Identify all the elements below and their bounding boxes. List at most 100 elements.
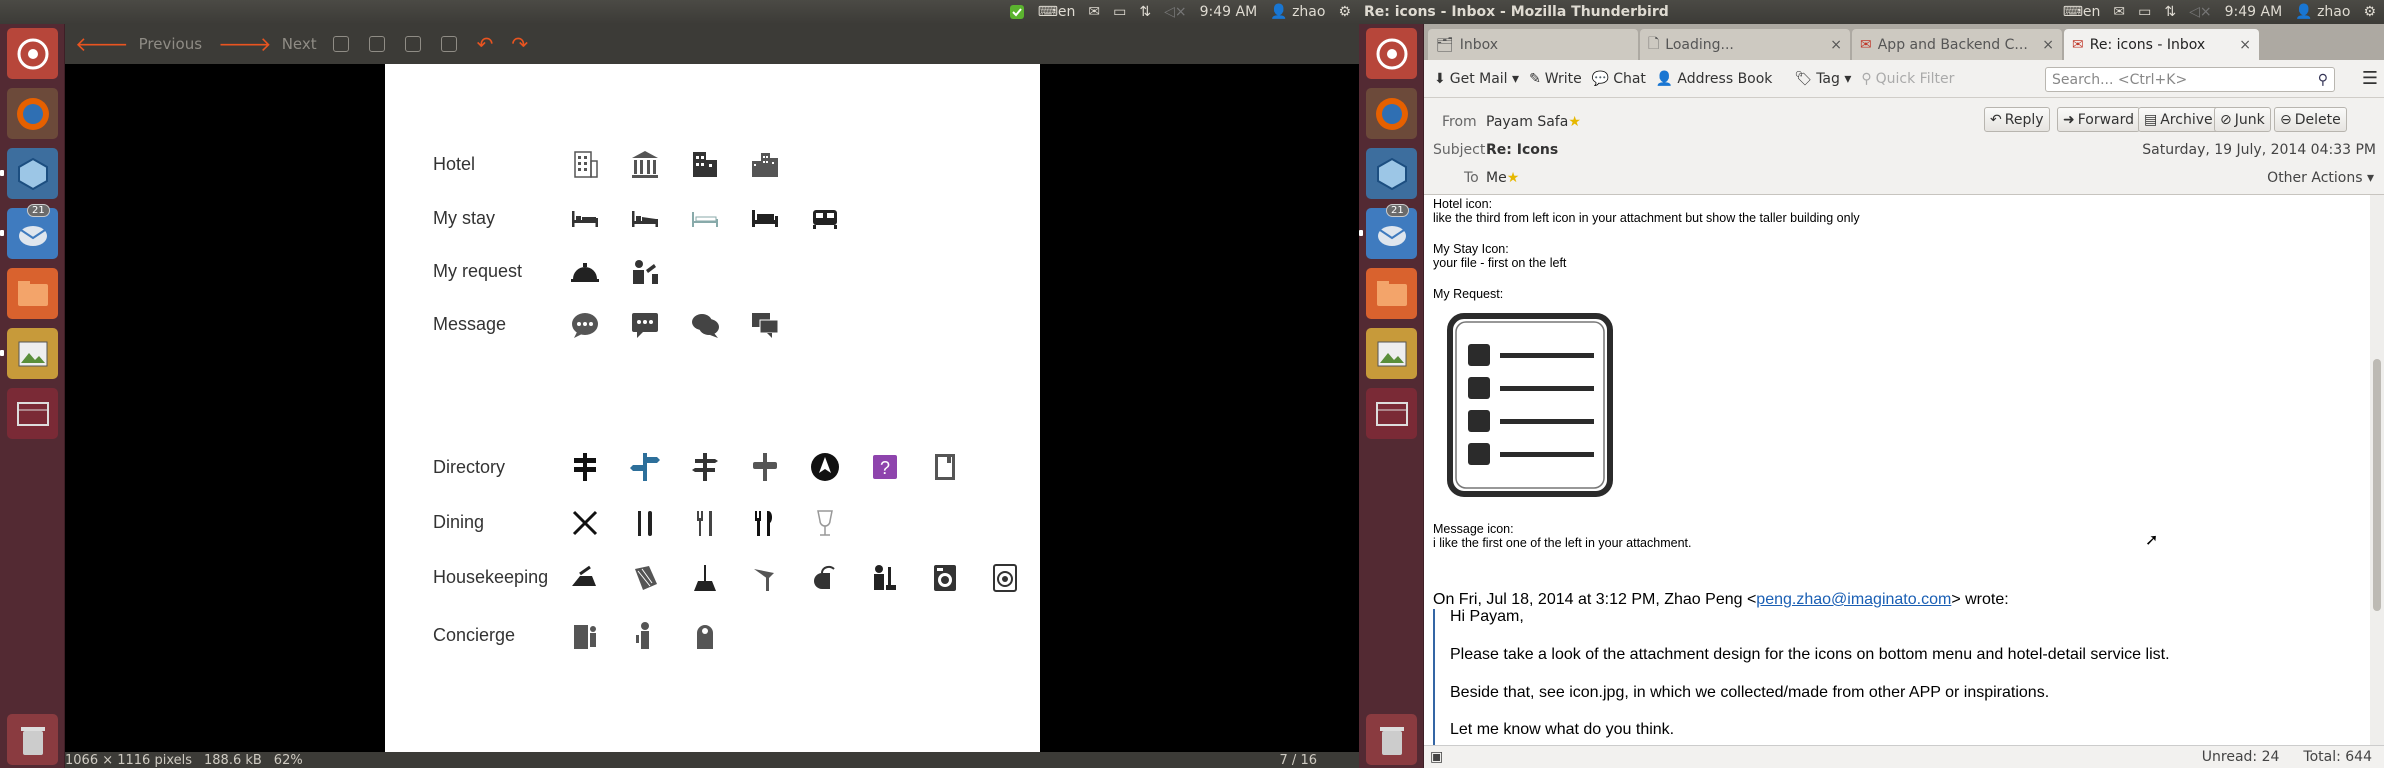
- dash-home-icon[interactable]: [7, 28, 58, 79]
- tab-loading[interactable]: 🗋 Loading... ×: [1640, 29, 1850, 60]
- dash-home-icon[interactable]: [1366, 28, 1417, 79]
- delete-label: Delete: [2294, 111, 2341, 128]
- image-viewer-icon[interactable]: [1366, 328, 1417, 379]
- rotate-right-icon[interactable]: ↷: [511, 32, 528, 56]
- user-menu[interactable]: 👤 zhao: [1270, 4, 1325, 20]
- image-dimensions: 1066 × 1116 pixels: [65, 752, 192, 768]
- signpost-icon-3: [688, 450, 722, 484]
- files-icon[interactable]: [1366, 268, 1417, 319]
- star-icon[interactable]: ★: [1507, 170, 1520, 186]
- junk-button[interactable]: ⊘ Junk: [2214, 107, 2271, 132]
- firefox-icon[interactable]: [7, 88, 58, 139]
- virtualbox-icon[interactable]: [1366, 148, 1417, 199]
- chat-button[interactable]: 💬 Chat: [1592, 71, 1646, 87]
- search-icon[interactable]: ⚲: [2318, 72, 2328, 88]
- archive-button[interactable]: ▤ Archive: [2138, 107, 2219, 132]
- clock[interactable]: 9:49 AM: [1200, 4, 1258, 20]
- star-icon[interactable]: ★: [1568, 114, 1581, 130]
- previous-button[interactable]: 🡐 Previous: [75, 32, 202, 56]
- mail-icon[interactable]: ✉: [1088, 4, 1100, 20]
- battery-icon[interactable]: ▭: [2138, 4, 2151, 20]
- network-icon[interactable]: ⇅: [2164, 4, 2176, 20]
- next-button[interactable]: 🡒 Next: [218, 32, 317, 56]
- unread-count: Unread: 24: [2201, 749, 2280, 765]
- launcher: 21: [1359, 24, 1424, 768]
- network-icon[interactable]: ⇅: [1139, 4, 1151, 20]
- close-tab-icon[interactable]: ×: [2042, 37, 2054, 53]
- reply-button[interactable]: ↶ Reply: [1984, 107, 2050, 132]
- write-button[interactable]: ✎ Write: [1529, 71, 1582, 87]
- firefox-icon[interactable]: [1366, 88, 1417, 139]
- trash-icon[interactable]: [7, 714, 58, 765]
- address-book-button[interactable]: 👤 Address Book: [1656, 71, 1772, 87]
- close-tab-icon[interactable]: ×: [1830, 37, 1842, 53]
- checklist-image-icon: [1446, 312, 1614, 503]
- workspace-switcher-icon[interactable]: [7, 388, 58, 439]
- chat-square-pair-icon: [748, 308, 782, 342]
- zoom-out-icon[interactable]: [404, 36, 421, 52]
- get-mail-button[interactable]: ⬇ Get Mail ▾: [1434, 71, 1519, 87]
- clock[interactable]: 9:49 AM: [2225, 4, 2283, 20]
- quote-bar: [1433, 609, 1435, 745]
- zoom-in-icon[interactable]: [368, 36, 385, 52]
- chat-bubble-dots-icon: [568, 308, 602, 342]
- quick-filter-button[interactable]: ⚲ Quick Filter: [1861, 71, 1954, 87]
- scrollbar-thumb[interactable]: [2373, 359, 2381, 611]
- bed-icon-1: [568, 202, 602, 236]
- tag-button[interactable]: 🏷 Tag ▾: [1794, 71, 1851, 87]
- from-value[interactable]: Payam Safa★: [1486, 114, 1581, 130]
- thunderbird-icon[interactable]: 21: [7, 204, 58, 259]
- previous-label: Previous: [138, 35, 203, 53]
- service-bell-icon: [568, 255, 602, 289]
- settings-gear-icon[interactable]: ⚙: [1338, 4, 1351, 20]
- zoom-fit-icon[interactable]: [332, 36, 349, 52]
- next-label: Next: [281, 35, 317, 53]
- hotel-city-icon: [748, 147, 782, 181]
- chat-label: Chat: [1613, 70, 1646, 87]
- user-menu[interactable]: 👤 zhao: [2295, 4, 2350, 20]
- to-value[interactable]: Me★: [1486, 170, 1519, 186]
- image-viewer-icon[interactable]: [7, 328, 58, 379]
- tab-label: Inbox: [1459, 36, 1499, 53]
- subject-value: Re: Icons: [1486, 142, 1559, 158]
- workspace-switcher-icon[interactable]: [1366, 388, 1417, 439]
- concierge-person-icon: [628, 255, 662, 289]
- quote-email-link[interactable]: peng.zhao@imaginato.com: [1756, 591, 1951, 608]
- keyboard-icon[interactable]: ⌨ en: [2063, 4, 2101, 20]
- chat-icon: 💬: [1591, 70, 1610, 87]
- viewer-toolbar: 🡐 Previous 🡒 Next ↶ ↷: [65, 24, 1359, 64]
- bed-icon-3: [688, 202, 722, 236]
- trash-icon[interactable]: [1366, 714, 1417, 765]
- forward-button[interactable]: ➜ Forward: [2057, 107, 2141, 132]
- tab-re-icons[interactable]: ✉ Re: icons - Inbox ×: [2064, 29, 2259, 60]
- rotate-left-icon[interactable]: ↶: [477, 32, 494, 56]
- close-tab-icon[interactable]: ×: [2239, 37, 2251, 53]
- battery-icon[interactable]: ▭: [1113, 4, 1126, 20]
- to-name: Me: [1486, 170, 1507, 186]
- tab-app-backend[interactable]: ✉ App and Backend C... ×: [1852, 29, 2062, 60]
- other-actions-button[interactable]: Other Actions ▾: [2267, 170, 2374, 186]
- update-icon[interactable]: [1009, 4, 1025, 20]
- message-scrollbar[interactable]: [2370, 195, 2384, 745]
- address-book-label: Address Book: [1677, 70, 1773, 87]
- image-canvas: Hotel My stay My request Message Directo…: [65, 64, 1359, 752]
- volume-icon[interactable]: ◁×: [2189, 4, 2212, 20]
- virtualbox-icon[interactable]: [7, 148, 58, 199]
- tab-inbox[interactable]: 🗂 Inbox: [1428, 29, 1638, 60]
- wine-glass-icon: [808, 506, 842, 540]
- volume-icon[interactable]: ◁×: [1164, 4, 1187, 20]
- slideshow-icon[interactable]: [440, 36, 457, 52]
- thunderbird-icon[interactable]: 21: [1366, 204, 1417, 259]
- app-menu-icon[interactable]: ☰: [2362, 68, 2378, 89]
- row-label-housekeeping: Housekeeping: [433, 567, 549, 587]
- activity-icon[interactable]: ▣: [1430, 749, 1443, 765]
- files-icon[interactable]: [7, 268, 58, 319]
- search-input[interactable]: Search... <Ctrl+K> ⚲: [2045, 67, 2335, 92]
- keyboard-icon[interactable]: ⌨ en: [1038, 4, 1076, 20]
- settings-gear-icon[interactable]: ⚙: [2363, 4, 2376, 20]
- image-file-size: 188.6 kB: [204, 752, 262, 768]
- image-position: 7 / 16: [1279, 752, 1317, 768]
- delete-button[interactable]: ⊖ Delete: [2274, 107, 2347, 132]
- hotel-building-solid-icon: [688, 147, 722, 181]
- mail-icon[interactable]: ✉: [2113, 4, 2125, 20]
